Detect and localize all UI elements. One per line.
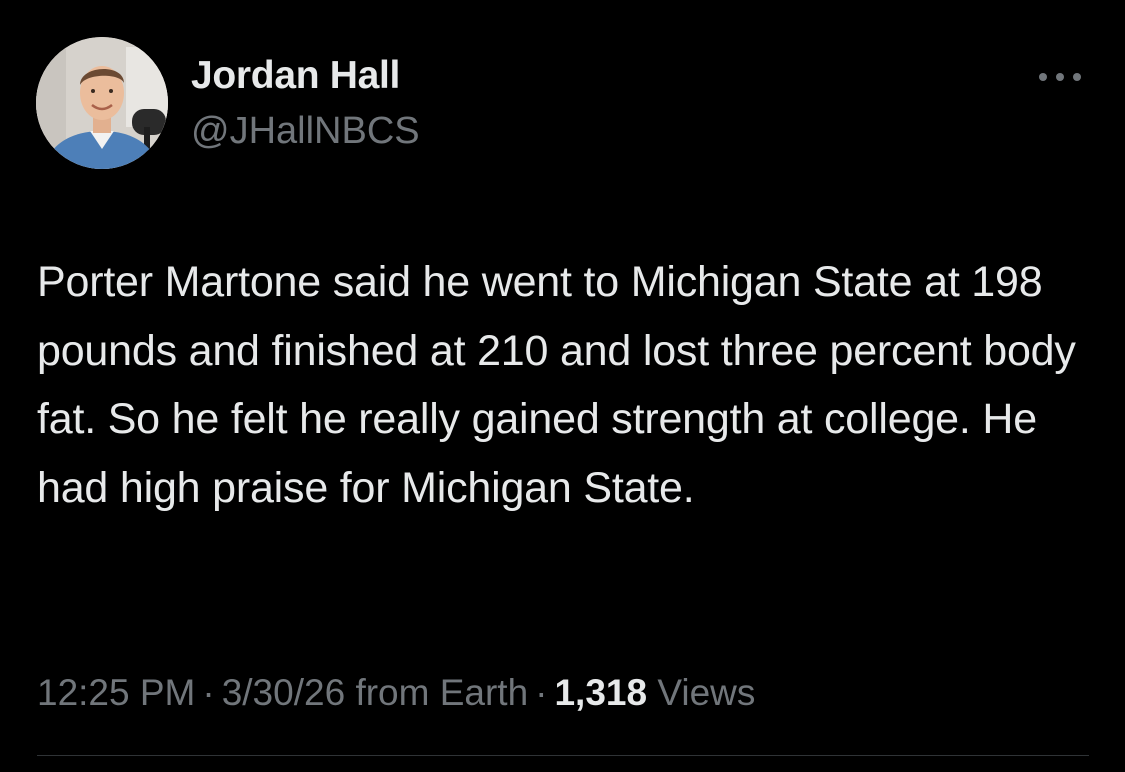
tweet: Jordan Hall @JHallNBCS Porter Martone sa…	[0, 0, 1125, 772]
divider	[37, 755, 1089, 756]
tweet-text: Porter Martone said he went to Michigan …	[37, 258, 1076, 512]
meta-separator: ·	[535, 672, 548, 713]
tweet-time[interactable]: 12:25 PM	[37, 672, 195, 713]
tweet-source: from Earth	[355, 672, 529, 713]
tweet-meta: 12:25 PM · 3/30/26 from Earth · 1,318 Views	[37, 672, 755, 714]
profile-photo-icon	[36, 37, 168, 169]
author-name[interactable]: Jordan Hall	[191, 54, 400, 98]
author-handle[interactable]: @JHallNBCS	[191, 110, 420, 153]
tweet-date[interactable]: 3/30/26	[222, 672, 345, 713]
views-label: Views	[657, 672, 756, 713]
more-options-button[interactable]	[1030, 62, 1090, 92]
views-count[interactable]: 1,318	[554, 672, 647, 713]
ellipsis-icon	[1039, 73, 1081, 81]
meta-separator: ·	[202, 672, 215, 713]
avatar[interactable]	[36, 37, 168, 169]
